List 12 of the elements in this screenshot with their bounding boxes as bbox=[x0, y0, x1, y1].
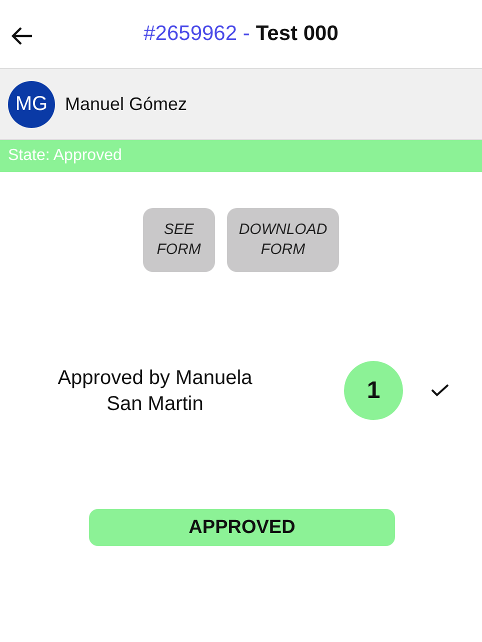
user-name: Manuel Gómez bbox=[65, 94, 188, 114]
request-title: Test 000 bbox=[256, 22, 338, 46]
approved-button[interactable]: APPROVED bbox=[89, 509, 395, 546]
form-button[interactable]: DOWNLOAD FORM bbox=[226, 208, 340, 272]
step-number: 1 bbox=[344, 361, 403, 420]
approver-text: Approved by Manuela San Martin bbox=[56, 366, 254, 416]
check-icon bbox=[431, 384, 449, 397]
user-avatar: MG bbox=[8, 80, 55, 128]
back-arrow-icon bbox=[11, 27, 33, 45]
form-button[interactable]: SEE FORM bbox=[142, 208, 215, 272]
state-banner: State: Approved bbox=[0, 140, 482, 172]
request-number: #2659962 - bbox=[144, 22, 250, 46]
